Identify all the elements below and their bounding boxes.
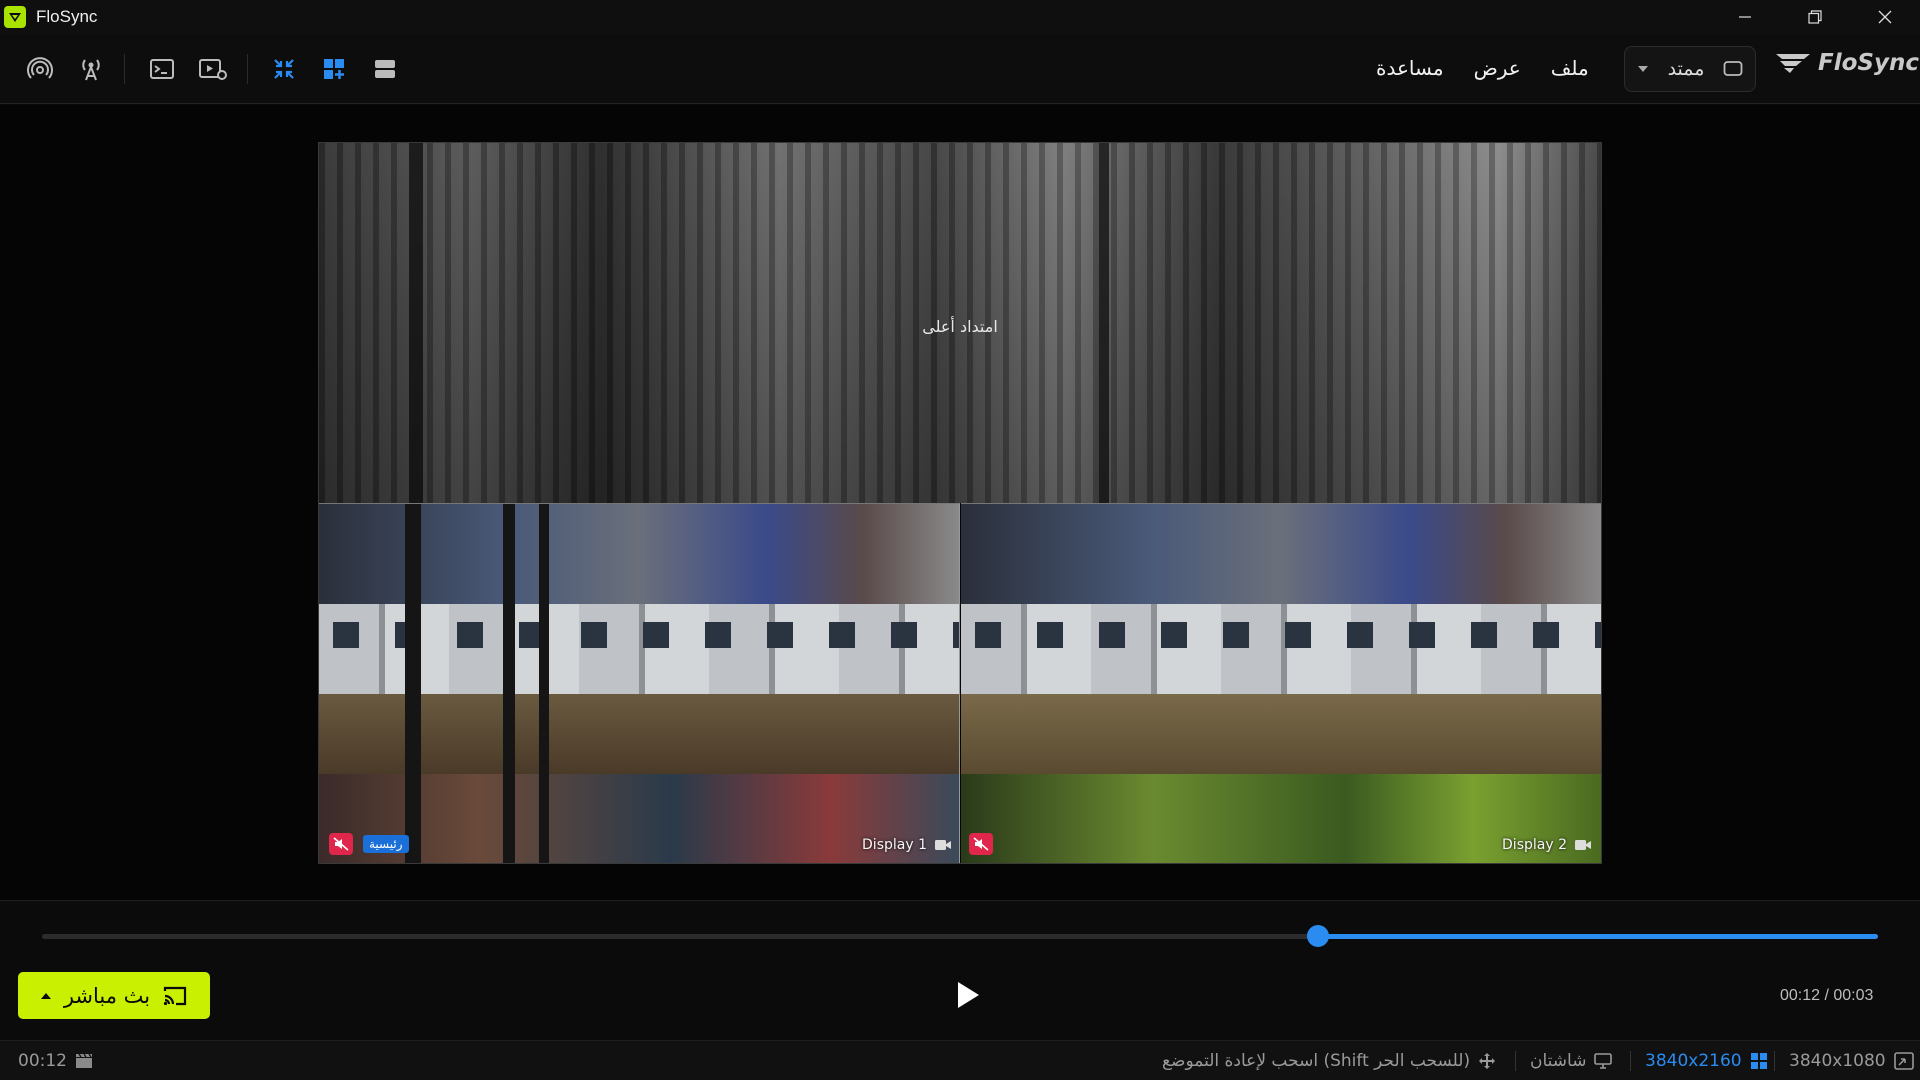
drag-hint: اسحب لإعادة التموضع (Shift للسحب الحر) — [1162, 1051, 1471, 1071]
output-resolution-status: 3840x1080 — [1789, 1051, 1914, 1071]
move-icon — [1479, 1053, 1496, 1069]
display-1-tile[interactable]: رئيسية Display 1 — [319, 503, 960, 863]
clapperboard-icon — [76, 1053, 92, 1068]
grid-add-icon[interactable] — [316, 51, 352, 87]
monitor-icon — [1594, 1053, 1613, 1069]
terminal-icon[interactable] — [144, 51, 180, 87]
app-title: FloSync — [36, 7, 98, 26]
play-button[interactable] — [950, 977, 986, 1013]
display-layout-preview[interactable]: امتداد أعلى رئيسية Display 1 Display 2 — [318, 142, 1602, 864]
minimize-button[interactable] — [1710, 0, 1780, 34]
display-2-name: Display 2 — [1502, 837, 1567, 853]
play-icon — [958, 982, 979, 1008]
output-resolution: 3840x1080 — [1789, 1051, 1886, 1071]
menu-view[interactable]: عرض — [1474, 56, 1521, 80]
close-button[interactable] — [1850, 0, 1920, 34]
clip-time-status: 00:12 — [18, 1051, 93, 1071]
playback-controls: بث مباشر 00:12 / 00:03 — [0, 900, 1920, 1040]
go-live-label: بث مباشر — [63, 983, 151, 1008]
chevron-up-icon — [40, 992, 51, 999]
camera-icon — [1575, 840, 1591, 850]
shrink-icon[interactable] — [266, 51, 302, 87]
display-2-scene — [961, 504, 1601, 863]
status-bar: 00:12 اسحب لإعادة التموضع (Shift للسحب ا… — [0, 1040, 1920, 1080]
minimize-icon — [1739, 16, 1751, 18]
canvas-resolution: 3840x2160 — [1645, 1051, 1742, 1071]
display-1-scene — [319, 504, 959, 863]
display-1-label: Display 1 — [862, 837, 951, 853]
go-live-button[interactable]: بث مباشر — [18, 972, 210, 1019]
timeline-progress — [1318, 934, 1878, 939]
chevron-down-icon — [1638, 66, 1648, 72]
flosync-logo-icon — [1776, 54, 1810, 73]
resize-icon — [1893, 1052, 1914, 1070]
rows-icon[interactable] — [367, 51, 403, 87]
brand-name: FloSync — [1818, 50, 1919, 76]
antenna-icon[interactable] — [73, 51, 109, 87]
primary-badge: رئيسية — [363, 835, 409, 853]
menu-file[interactable]: ملف — [1551, 56, 1589, 80]
mute-icon[interactable] — [329, 833, 353, 855]
mode-select-value: ممتد — [1667, 58, 1705, 80]
display-2-tile[interactable]: Display 2 — [961, 503, 1601, 863]
display-1-name: Display 1 — [862, 837, 927, 853]
timeline-slider[interactable] — [42, 925, 1878, 947]
grid-icon — [1750, 1053, 1767, 1069]
timeline-thumb[interactable] — [1307, 925, 1329, 947]
playback-time: 00:12 / 00:03 — [1780, 987, 1874, 1004]
mute-icon[interactable] — [969, 833, 993, 855]
brand-logo: FloSync — [1774, 50, 1919, 76]
cast-icon — [164, 986, 187, 1005]
broadcast-icon[interactable] — [22, 51, 58, 87]
canvas-resolution-status: 3840x2160 — [1645, 1051, 1768, 1071]
close-icon — [1878, 10, 1892, 24]
drag-hint-status: اسحب لإعادة التموضع (Shift للسحب الحر) — [1162, 1051, 1496, 1071]
restore-button[interactable] — [1780, 0, 1850, 34]
app-logo-icon — [4, 6, 26, 28]
extension-top-label: امتداد أعلى — [922, 317, 998, 336]
mode-select[interactable]: ممتد — [1624, 46, 1756, 92]
video-settings-icon[interactable] — [195, 51, 231, 87]
toolbar: ملف عرض مساعدة ممتد FloSync — [0, 34, 1920, 104]
restore-icon — [1808, 10, 1822, 24]
title-bar: FloSync — [0, 0, 1920, 34]
menu-help[interactable]: مساعدة — [1376, 56, 1444, 80]
clip-time: 00:12 — [18, 1051, 67, 1071]
screen-icon — [1723, 61, 1743, 76]
screens-status: شاشتان — [1530, 1051, 1613, 1071]
menu-bar: ملف عرض مساعدة — [1376, 56, 1589, 80]
display-2-label: Display 2 — [1502, 837, 1591, 853]
screens-count: شاشتان — [1530, 1051, 1587, 1071]
camera-icon — [935, 840, 951, 850]
